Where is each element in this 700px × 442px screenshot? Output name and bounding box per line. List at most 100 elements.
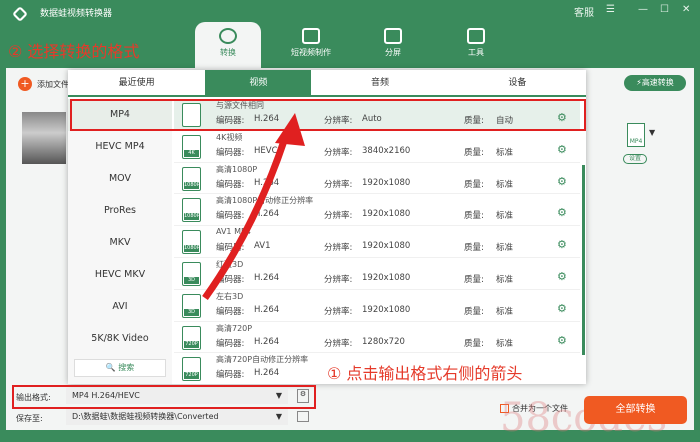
resolution-value: 1280x720 [362, 336, 405, 347]
format-icon[interactable]: MP4 [627, 123, 645, 147]
minimize-icon[interactable]: — [638, 4, 648, 15]
video-format-icon: 720P [182, 325, 201, 350]
resolution-label: 分辨率: [324, 274, 353, 285]
fast-convert-button[interactable]: ⚡高速转换 [624, 75, 686, 91]
encoder-label: 编码器: [216, 338, 245, 349]
annotation-step2: ② 选择转换的格式 [8, 42, 140, 61]
tab-audio[interactable]: 音频 [311, 70, 448, 95]
app-title: 数据蛙视频转换器 [40, 9, 113, 19]
settings-button[interactable]: 设置 [623, 154, 647, 164]
video-thumbnail [22, 112, 66, 164]
nav-tab-tools[interactable]: 工具 [443, 22, 509, 68]
save-to-label: 保存至: [16, 414, 43, 423]
maximize-icon[interactable]: ☐ [660, 4, 669, 15]
gear-icon[interactable]: ⚙ [557, 206, 567, 219]
quality-value: 标准 [496, 274, 514, 285]
category-hevc-mp4[interactable]: HEVC MP4 [68, 131, 172, 163]
category-prores[interactable]: ProRes [68, 195, 172, 227]
preset-row[interactable]: 720P 高清720P 编码器: H.264 分辨率: 1280x720 质量:… [174, 322, 580, 354]
add-file-button[interactable]: + 添加文件 [18, 77, 69, 91]
format-dropdown-arrow-icon[interactable]: ▼ [649, 128, 655, 137]
save-path-value: D:\数据蛙\数据蛙视频转换器\Converted [72, 412, 219, 421]
add-file-label: 添加文件 [37, 79, 69, 89]
quality-value: 标准 [496, 147, 514, 158]
format-tabs: 最近使用 视频 音频 设备 [68, 70, 586, 97]
quality-label: 质量: [464, 274, 484, 285]
convert-icon [219, 28, 237, 44]
category-mkv[interactable]: MKV [68, 227, 172, 259]
category-hevc-mkv[interactable]: HEVC MKV [68, 259, 172, 291]
save-path-select[interactable]: D:\数据蛙\数据蛙视频转换器\Converted ▼ [66, 409, 288, 425]
category-mov[interactable]: MOV [68, 163, 172, 195]
quality-label: 质量: [464, 243, 484, 254]
plus-icon: + [18, 77, 32, 91]
format-badge: 720P [184, 340, 199, 348]
split-screen-icon [384, 28, 402, 44]
quality-label: 质量: [464, 179, 484, 190]
resolution-value: 1920x1080 [362, 304, 411, 315]
encoder-value: H.264 [254, 336, 280, 347]
fast-convert-label: 高速转换 [641, 78, 674, 87]
resolution-value: 1920x1080 [362, 209, 411, 220]
encoder-label: 编码器: [216, 370, 245, 381]
toolbox-icon [467, 28, 485, 44]
scrollbar[interactable] [582, 165, 585, 355]
resolution-label: 分辨率: [324, 147, 353, 158]
highlight-box-preset [70, 99, 586, 131]
nav-label: 转换 [220, 48, 236, 57]
quality-value: 标准 [496, 179, 514, 190]
category-avi[interactable]: AVI [68, 291, 172, 323]
search-button[interactable]: 🔍 搜索 [74, 359, 166, 377]
open-folder-icon[interactable] [297, 411, 309, 422]
resolution-label: 分辨率: [324, 338, 353, 349]
nav-label: 分屏 [385, 48, 401, 57]
resolution-label: 分辨率: [324, 306, 353, 317]
support-link[interactable]: 客服 [574, 4, 594, 19]
tab-device[interactable]: 设备 [449, 70, 586, 95]
resolution-label: 分辨率: [324, 179, 353, 190]
menu-icon[interactable]: ☰ [606, 4, 615, 15]
gear-icon[interactable]: ⚙ [557, 238, 567, 251]
nav-tab-split-screen[interactable]: 分屏 [360, 22, 426, 68]
video-format-icon: 720P [182, 357, 201, 382]
format-badge: MP4 [629, 138, 643, 145]
tab-recent[interactable]: 最近使用 [68, 70, 205, 95]
quality-label: 质量: [464, 211, 484, 222]
close-icon[interactable]: ✕ [682, 4, 690, 15]
category-5k8k[interactable]: 5K/8K Video [68, 323, 172, 355]
format-badge: 720P [184, 372, 199, 380]
preset-name: 高清720P自动修正分辨率 [216, 355, 309, 365]
convert-all-button[interactable]: 全部转换 [584, 396, 687, 424]
gear-icon[interactable]: ⚙ [557, 334, 567, 347]
preset-name: 高清720P [216, 323, 253, 333]
nav-label: 短视频制作 [291, 48, 331, 57]
app-logo-icon [12, 6, 28, 22]
format-badge: 3D [184, 308, 199, 316]
nav-tab-short-video[interactable]: 短视频制作 [278, 22, 344, 68]
nav-tab-convert[interactable]: 转换 [195, 22, 261, 68]
gear-icon[interactable]: ⚙ [557, 302, 567, 315]
tv-icon [302, 28, 320, 44]
quality-value: 标准 [496, 306, 514, 317]
quality-label: 质量: [464, 338, 484, 349]
quality-label: 质量: [464, 147, 484, 158]
resolution-value: 1920x1080 [362, 177, 411, 188]
quality-value: 标准 [496, 338, 514, 349]
gear-icon[interactable]: ⚙ [557, 270, 567, 283]
nav-label: 工具 [468, 48, 484, 57]
search-label: 搜索 [118, 363, 135, 372]
red-arrow-icon [202, 113, 305, 301]
highlight-box-output [12, 385, 316, 409]
category-list: MP4 HEVC MP4 MOV ProRes MKV HEVC MKV AVI… [68, 99, 172, 384]
gear-icon[interactable]: ⚙ [557, 175, 567, 188]
quality-label: 质量: [464, 306, 484, 317]
gear-icon[interactable]: ⚙ [557, 143, 567, 156]
resolution-value: 1920x1080 [362, 241, 411, 252]
resolution-label: 分辨率: [324, 211, 353, 222]
quality-value: 标准 [496, 243, 514, 254]
resolution-value: 1920x1080 [362, 272, 411, 283]
tab-video[interactable]: 视频 [205, 70, 312, 95]
chevron-down-icon[interactable]: ▼ [276, 409, 282, 425]
annotation-step1: ① 点击输出格式右侧的箭头 [327, 364, 523, 383]
resolution-label: 分辨率: [324, 243, 353, 254]
